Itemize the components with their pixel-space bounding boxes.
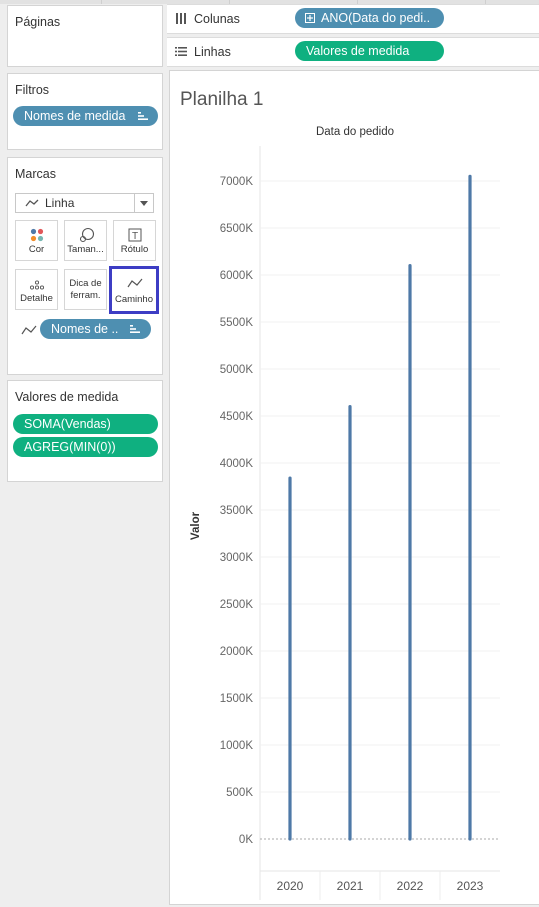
path-line-icon: [21, 325, 37, 335]
columns-label: Colunas: [194, 12, 240, 26]
y-tick-label: 1000K: [220, 740, 254, 752]
y-tick-label: 3000K: [220, 552, 254, 564]
path-button[interactable]: Caminho: [109, 266, 159, 314]
columns-icon: [176, 13, 186, 24]
tooltip-button-label-1: Dica de: [69, 278, 102, 289]
color-icon: [30, 228, 44, 242]
y-tick-label: 7000K: [220, 176, 254, 188]
svg-text:T: T: [132, 231, 138, 242]
columns-pill-label: ANO(Data do pedi..: [321, 11, 431, 25]
size-button-label: Taman...: [67, 244, 104, 255]
divider-segment: [101, 0, 102, 4]
y-tick-label: 2000K: [220, 646, 254, 658]
measure-pill-sum-sales[interactable]: SOMA(Vendas): [13, 414, 158, 434]
line-mark-icon: [25, 199, 39, 207]
y-tick-label: 0K: [239, 834, 253, 846]
path-button-label: Caminho: [114, 294, 154, 305]
pages-card[interactable]: Páginas: [7, 5, 163, 67]
dropdown-arrow-area[interactable]: [134, 194, 153, 212]
filters-card[interactable]: Filtros Nomes de medida: [7, 73, 163, 150]
color-button-label: Cor: [28, 244, 45, 255]
y-axis-title: Valor: [190, 511, 202, 540]
expand-icon: [305, 13, 315, 23]
worksheet[interactable]: Planilha 1 Data do pedido 0K 500K 1000K 150…: [169, 70, 539, 905]
mark-type-dropdown[interactable]: Linha: [15, 193, 154, 213]
sort-icon: [130, 325, 140, 333]
color-button[interactable]: Cor: [15, 220, 58, 261]
pages-title: Páginas: [15, 15, 61, 29]
y-tick-label: 5000K: [220, 364, 254, 376]
y-tick-label: 4000K: [220, 458, 254, 470]
y-tick-label: 6000K: [220, 270, 254, 282]
rows-label: Linhas: [194, 45, 231, 59]
rows-pill-measure-values[interactable]: Valores de medida: [295, 41, 444, 61]
measure-values-card[interactable]: Valores de medida SOMA(Vendas) AGREG(MIN…: [7, 380, 163, 482]
x-tick-label: 2023: [457, 879, 484, 893]
marks-card[interactable]: Marcas Linha Cor Taman... T Rótulo Detal…: [7, 157, 163, 375]
y-tick-label: 6500K: [220, 223, 254, 235]
x-tick-label: 2021: [337, 879, 364, 893]
rows-shelf[interactable]: Linhas Valores de medida: [167, 37, 539, 67]
filters-title: Filtros: [15, 83, 50, 97]
path-pill-label: Nomes de ..: [51, 322, 119, 336]
columns-pill-year-order-date[interactable]: ANO(Data do pedi..: [295, 8, 444, 28]
x-tick-label: 2022: [397, 879, 424, 893]
filter-pill-label: Nomes de medida: [24, 109, 126, 123]
mark-type-label: Linha: [45, 196, 75, 210]
measure-pill-agg-min[interactable]: AGREG(MIN(0)): [13, 437, 158, 457]
y-tick-label: 5500K: [220, 317, 254, 329]
chevron-down-icon: [140, 201, 148, 206]
columns-shelf[interactable]: Colunas ANO(Data do pedi..: [167, 4, 539, 34]
path-line-icon: [127, 278, 143, 288]
rows-pill-label: Valores de medida: [306, 44, 410, 58]
tooltip-button[interactable]: Dica de ferram.: [64, 269, 107, 310]
detail-button[interactable]: Detalhe: [15, 269, 58, 310]
text-label-icon: T: [128, 228, 142, 242]
size-icon: [79, 227, 95, 243]
marks-title: Marcas: [15, 167, 56, 181]
tooltip-button-label-2: ferram.: [70, 290, 101, 301]
path-pill-measure-names[interactable]: Nomes de ..: [40, 319, 151, 339]
filter-pill-measure-names[interactable]: Nomes de medida: [13, 106, 158, 126]
label-button[interactable]: T Rótulo: [113, 220, 156, 261]
sort-icon: [138, 112, 148, 120]
y-tick-label: 2500K: [220, 599, 254, 611]
measure-pill-label: SOMA(Vendas): [24, 417, 111, 431]
label-button-label: Rótulo: [120, 244, 149, 255]
y-tick-label: 1500K: [220, 693, 254, 705]
measure-values-title: Valores de medida: [15, 390, 119, 404]
detail-button-label: Detalhe: [20, 293, 53, 304]
y-tick-label: 4500K: [220, 411, 254, 423]
size-button[interactable]: Taman...: [64, 220, 107, 261]
y-tick-label: 3500K: [220, 505, 254, 517]
measure-pill-label: AGREG(MIN(0)): [24, 440, 116, 454]
rows-icon: [175, 47, 187, 56]
x-tick-label: 2020: [277, 879, 304, 893]
detail-icon: [29, 280, 45, 290]
chart-svg: 0K 500K 1000K 1500K 2000K 2500K 3000K 3500K 4000…: [190, 146, 500, 900]
y-tick-label: 500K: [226, 787, 253, 799]
